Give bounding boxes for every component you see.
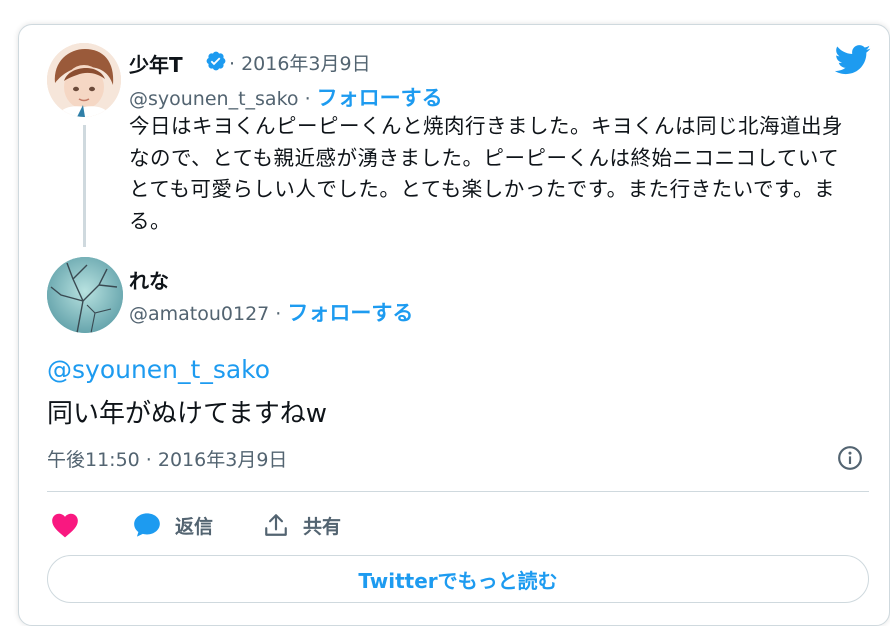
quoted-tweet-text: 今日はキヨくんピーピーくんと焼肉行きました。キヨくんは同じ北海道出身なので、とて… xyxy=(129,114,843,233)
divider xyxy=(47,491,869,492)
share-button[interactable]: 共有 xyxy=(263,507,341,543)
info-icon[interactable] xyxy=(837,445,863,471)
embedded-tweet-card: 少年T · 2016年3月9日 @syounen_t_sako · フォローする… xyxy=(18,24,890,626)
like-button[interactable] xyxy=(51,507,79,543)
reply-mention-link[interactable]: @syounen_t_sako xyxy=(47,355,270,384)
reply-bubble-icon xyxy=(134,513,160,537)
verified-badge-icon xyxy=(206,51,226,71)
follow-button-quoted[interactable]: フォローする xyxy=(317,86,443,110)
quoted-handle-row: @syounen_t_sako · フォローする xyxy=(129,82,443,112)
avatar-rena[interactable] xyxy=(47,257,123,333)
heart-icon xyxy=(52,513,78,538)
reply-tweet-text: 同い年がぬけてますねw xyxy=(47,399,327,429)
follow-button-reply[interactable]: フォローする xyxy=(287,301,413,325)
action-bar: 返信 共有 xyxy=(47,507,867,543)
avatar-syounen-t[interactable] xyxy=(47,43,121,117)
reply-author-name[interactable]: れな xyxy=(129,265,169,294)
twitter-bird-icon[interactable] xyxy=(835,45,871,75)
quoted-author-name[interactable]: 少年T xyxy=(129,49,183,78)
quoted-author-handle[interactable]: @syounen_t_sako · xyxy=(129,88,311,110)
reply-button[interactable]: 返信 xyxy=(133,507,213,543)
thread-connector-line xyxy=(83,125,86,247)
share-label: 共有 xyxy=(303,515,342,538)
reply-label: 返信 xyxy=(175,515,214,538)
reply-timestamp[interactable]: 午後11:50 · 2016年3月9日 xyxy=(47,445,287,472)
quoted-tweet-date[interactable]: · 2016年3月9日 xyxy=(229,49,371,76)
reply-author-handle[interactable]: @amatou0127 · xyxy=(129,303,281,325)
reply-handle-row: @amatou0127 · フォローする xyxy=(129,297,413,327)
share-icon xyxy=(265,514,287,536)
